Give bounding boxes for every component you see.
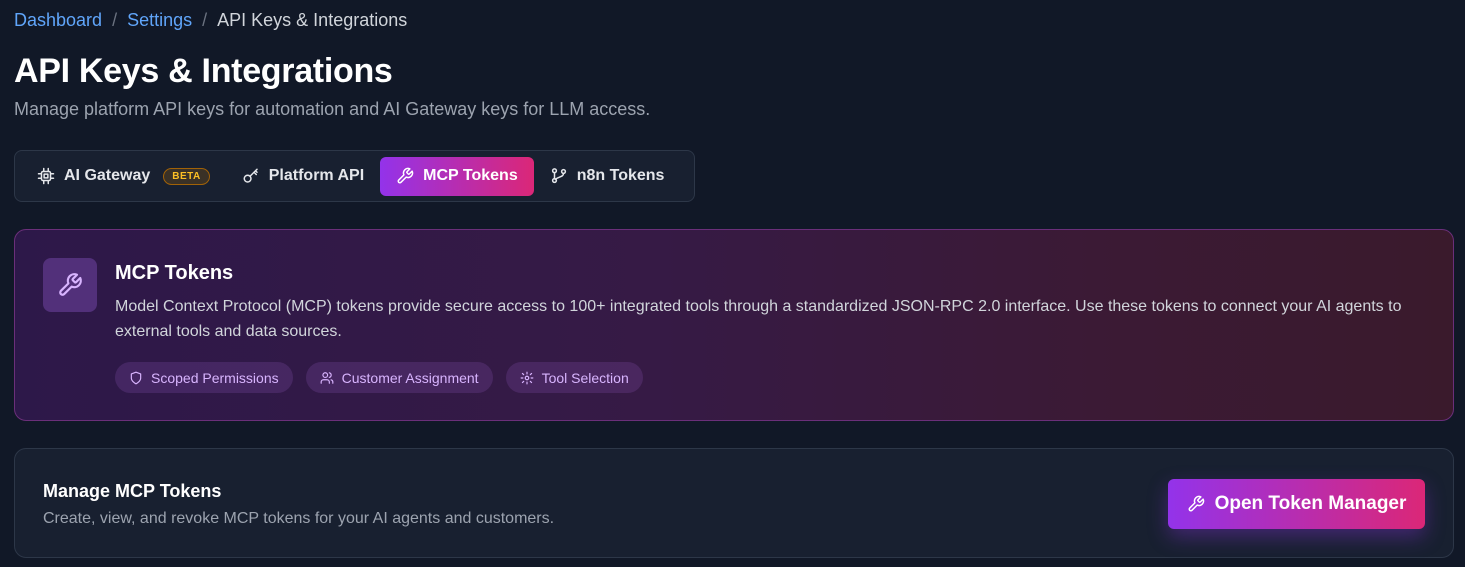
chip-scoped-permissions: Scoped Permissions — [115, 362, 293, 393]
chip-label: Customer Assignment — [341, 369, 479, 386]
shield-icon — [130, 371, 142, 384]
button-label: Open Token Manager — [1214, 493, 1407, 514]
key-icon — [243, 168, 258, 183]
page: Dashboard / Settings / API Keys & Integr… — [0, 0, 1465, 567]
manage-card-title: Manage MCP Tokens — [43, 481, 222, 501]
open-token-manager-button[interactable]: Open Token Manager — [1168, 479, 1425, 529]
info-card-title: MCP Tokens — [115, 262, 234, 284]
beta-badge: BETA — [163, 167, 210, 185]
wrench-icon — [1188, 495, 1204, 512]
mcp-info-card: MCP Tokens Model Context Protocol (MCP) … — [14, 229, 1454, 421]
chip-tool-selection: Tool Selection — [505, 362, 643, 393]
info-card-description: Model Context Protocol (MCP) tokens prov… — [115, 298, 1402, 340]
gear-icon — [520, 371, 533, 384]
wrench-icon — [397, 167, 414, 184]
breadcrumb-separator: / — [202, 10, 208, 30]
breadcrumb-dashboard-link[interactable]: Dashboard — [14, 9, 102, 31]
breadcrumb-separator: / — [112, 10, 118, 30]
feature-chips: Scoped Permissions Customer Assignment T… — [115, 362, 643, 393]
tab-label: n8n Tokens — [576, 167, 665, 184]
git-branch-icon — [551, 168, 566, 184]
tab-bar: AI Gateway BETA Platform API MCP Tokens … — [14, 150, 695, 202]
page-subtitle: Manage platform API keys for automation … — [14, 99, 651, 119]
chip-label: Tool Selection — [541, 369, 629, 386]
breadcrumb-settings-link[interactable]: Settings — [127, 9, 192, 31]
breadcrumb: Dashboard / Settings / API Keys & Integr… — [14, 9, 407, 31]
breadcrumb-current: API Keys & Integrations — [217, 10, 408, 30]
tab-ai-gateway[interactable]: AI Gateway BETA — [21, 157, 226, 196]
chip-customer-assignment: Customer Assignment — [305, 362, 493, 393]
info-icon-box — [43, 258, 97, 312]
tab-platform-api[interactable]: Platform API — [226, 157, 380, 196]
manage-card-description: Create, view, and revoke MCP tokens for … — [43, 510, 555, 527]
manage-tokens-card: Manage MCP Tokens Create, view, and revo… — [14, 448, 1454, 558]
tab-n8n-tokens[interactable]: n8n Tokens — [534, 157, 681, 196]
tab-mcp-tokens[interactable]: MCP Tokens — [380, 156, 534, 196]
tab-label: MCP Tokens — [423, 167, 518, 184]
page-title: API Keys & Integrations — [14, 52, 393, 90]
tab-label: Platform API — [268, 167, 365, 184]
cpu-icon — [37, 167, 55, 185]
users-icon — [320, 371, 334, 384]
wrench-icon — [59, 273, 82, 296]
chip-label: Scoped Permissions — [151, 369, 279, 386]
tab-label: AI Gateway — [64, 167, 151, 184]
